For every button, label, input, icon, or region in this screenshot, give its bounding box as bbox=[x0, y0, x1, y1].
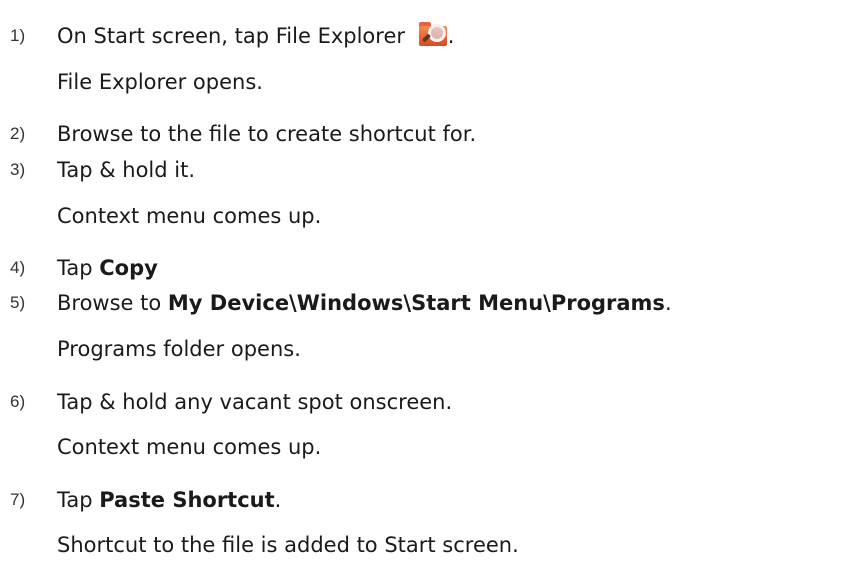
step-number: 6) bbox=[10, 392, 26, 411]
instruction-steps: 1) On Start screen, tap File Explorer . … bbox=[0, 0, 863, 562]
file-explorer-icon bbox=[418, 21, 448, 47]
step-number: 4) bbox=[10, 258, 26, 277]
step-note: Context menu comes up. bbox=[57, 435, 322, 459]
step-text-part: On Start screen, tap File Explorer bbox=[57, 24, 412, 48]
step-text: Browse to the file to create shortcut fo… bbox=[57, 122, 477, 146]
step-number: 3) bbox=[10, 160, 26, 179]
step-note: File Explorer opens. bbox=[57, 70, 263, 94]
step-note: Shortcut to the file is added to Start s… bbox=[57, 533, 519, 557]
step-text: Tap Copy bbox=[57, 252, 158, 284]
step-text: Tap Paste Shortcut. bbox=[57, 484, 281, 516]
step-text-part: Browse to bbox=[57, 291, 168, 315]
step-text-bold: Copy bbox=[99, 256, 158, 280]
step-number: 5) bbox=[10, 293, 26, 312]
step-text-part: . bbox=[447, 24, 455, 48]
step-number: 2) bbox=[10, 124, 26, 143]
step-text: On Start screen, tap File Explorer . bbox=[57, 20, 454, 52]
step-text: Tap & hold it. bbox=[57, 158, 196, 182]
step-number: 7) bbox=[10, 490, 26, 509]
step-number: 1) bbox=[10, 26, 26, 45]
step-text: Browse to My Device\Windows\Start Menu\P… bbox=[57, 287, 672, 319]
step-text-bold: Paste Shortcut bbox=[99, 488, 275, 512]
step-note: Context menu comes up. bbox=[57, 204, 322, 228]
step-text-part: Tap bbox=[57, 256, 100, 280]
step-text-part: . bbox=[664, 291, 672, 315]
step-note: Programs folder opens. bbox=[57, 337, 301, 361]
step-text-bold: My Device\Windows\Start Menu\Programs bbox=[167, 291, 665, 315]
step-text-part: Tap bbox=[57, 488, 100, 512]
step-text: Tap & hold any vacant spot onscreen. bbox=[57, 390, 453, 414]
step-text-part: . bbox=[274, 488, 282, 512]
